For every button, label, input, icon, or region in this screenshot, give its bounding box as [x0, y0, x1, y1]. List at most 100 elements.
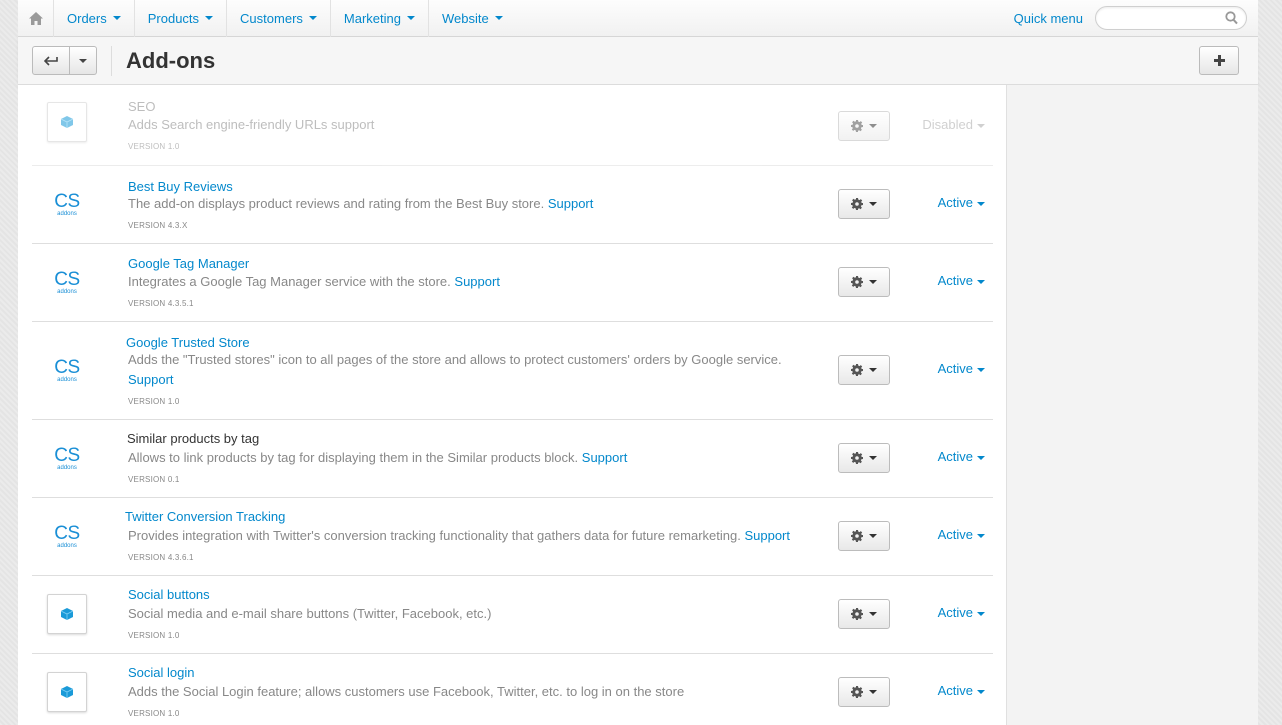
cs-addons-logo-icon: CS addons	[47, 516, 87, 556]
box-icon	[47, 594, 87, 634]
cs-addons-logo-icon: CS addons	[47, 262, 87, 302]
chevron-down-icon	[977, 611, 985, 616]
add-addon-button[interactable]	[1199, 46, 1239, 75]
back-button[interactable]	[32, 46, 70, 75]
home-button[interactable]	[18, 0, 54, 37]
gear-icon	[851, 120, 863, 132]
nav-products[interactable]: Products	[135, 0, 228, 37]
gear-icon	[851, 608, 863, 620]
addon-version: VERSION 0.1	[128, 475, 180, 484]
cs-logo-sub: addons	[57, 210, 77, 217]
nav-website-label: Website	[441, 10, 489, 26]
status-dropdown[interactable]: Active	[938, 273, 985, 288]
status-dropdown[interactable]: Active	[938, 527, 985, 542]
chevron-down-icon	[977, 689, 985, 694]
nav-customers-label: Customers	[240, 10, 303, 26]
sidebar-area	[1006, 85, 1258, 725]
chevron-down-icon	[869, 368, 877, 372]
back-dropdown-button[interactable]	[70, 46, 97, 75]
status-dropdown[interactable]: Active	[938, 683, 985, 698]
addon-name[interactable]: Google Tag Manager	[128, 256, 249, 271]
settings-dropdown-button[interactable]	[838, 189, 890, 219]
addon-version: VERSION 4.3.5.1	[128, 299, 194, 308]
chevron-down-icon	[869, 456, 877, 460]
search-input[interactable]	[1106, 7, 1226, 29]
cs-logo-text: CS	[54, 356, 80, 378]
status-label: Active	[937, 527, 973, 542]
support-link[interactable]: Support	[548, 196, 594, 211]
status-dropdown[interactable]: Active	[938, 195, 985, 210]
gear-icon	[851, 198, 863, 210]
settings-dropdown-button[interactable]	[838, 355, 890, 385]
nav-products-label: Products	[147, 10, 200, 26]
addon-row: SEO Adds Search engine-friendly URLs supp…	[32, 85, 993, 166]
settings-dropdown-button[interactable]	[838, 267, 890, 297]
support-link[interactable]: Support	[454, 274, 500, 289]
addon-row: CS addons Google Trusted Store Adds the "Tr…	[32, 322, 993, 420]
nav-orders-label: Orders	[67, 10, 107, 26]
addon-name[interactable]: Google Trusted Store	[126, 335, 250, 350]
addon-description-text: Adds the Social Login feature; allows cu…	[128, 684, 685, 699]
back-button-group	[32, 46, 97, 75]
addon-name[interactable]: Social login	[128, 665, 195, 680]
settings-dropdown-button[interactable]	[838, 677, 890, 707]
addon-name[interactable]: Twitter Conversion Tracking	[125, 509, 285, 524]
addon-version: VERSION 4.3.X	[128, 221, 188, 230]
addon-description-text: Provides integration with Twitter's conv…	[128, 528, 741, 543]
cs-logo-text: CS	[54, 190, 80, 212]
settings-dropdown-button[interactable]	[838, 521, 890, 551]
addon-description-text: The add-on displays product reviews and …	[128, 196, 545, 211]
settings-dropdown-button[interactable]	[838, 443, 890, 473]
addon-version: VERSION 1.0	[128, 709, 180, 718]
addon-name[interactable]: SEO	[128, 99, 155, 114]
status-label: Active	[937, 361, 973, 376]
status-dropdown[interactable]: Active	[938, 449, 985, 464]
nav-customers[interactable]: Customers	[227, 0, 331, 37]
box-icon	[47, 672, 87, 712]
addon-description: Allows to link products by tag for displ…	[128, 448, 828, 468]
page-title: Add-ons	[126, 47, 216, 73]
addon-row: Social buttons Social media and e-mail sh…	[32, 576, 993, 654]
chevron-down-icon	[977, 533, 985, 538]
cs-addons-logo-icon: CS addons	[47, 438, 87, 478]
cs-logo-text: CS	[54, 268, 80, 290]
top-navigation: Orders Products Customers Marketing Webs…	[18, 0, 1258, 37]
status-dropdown[interactable]: Disabled	[922, 117, 985, 132]
chevron-down-icon	[869, 534, 877, 538]
cs-logo-sub: addons	[57, 464, 77, 471]
support-link[interactable]: Support	[128, 372, 174, 387]
chevron-down-icon	[869, 690, 877, 694]
settings-dropdown-button[interactable]	[838, 599, 890, 629]
addon-description-text: Adds the "Trusted stores" icon to all pa…	[128, 352, 782, 367]
home-icon	[28, 11, 43, 25]
support-link[interactable]: Support	[744, 528, 790, 543]
cs-logo-sub: addons	[57, 376, 77, 383]
status-label: Active	[937, 605, 973, 620]
search-box	[1095, 6, 1247, 30]
addon-version: VERSION 4.3.6.1	[128, 553, 194, 562]
gear-icon	[851, 530, 863, 542]
addon-description: Social media and e-mail share buttons (T…	[128, 604, 828, 624]
addon-name[interactable]: Social buttons	[128, 587, 210, 602]
search-icon[interactable]	[1225, 11, 1238, 25]
status-dropdown[interactable]: Active	[938, 605, 985, 620]
support-link[interactable]: Support	[582, 450, 628, 465]
settings-dropdown-button[interactable]	[838, 111, 890, 141]
gear-icon	[851, 364, 863, 376]
quick-menu-link[interactable]: Quick menu	[1014, 11, 1083, 26]
status-label: Active	[937, 195, 973, 210]
status-dropdown[interactable]: Active	[938, 361, 985, 376]
addon-name[interactable]: Best Buy Reviews	[128, 179, 233, 194]
addon-description-text: Integrates a Google Tag Manager service …	[128, 274, 451, 289]
addon-description: Adds the Social Login feature; allows cu…	[128, 682, 828, 702]
chevron-down-icon	[869, 280, 877, 284]
nav-orders[interactable]: Orders	[54, 0, 135, 37]
status-label: Active	[937, 683, 973, 698]
back-arrow-icon	[44, 55, 58, 66]
chevron-down-icon	[869, 612, 877, 616]
status-label: Active	[937, 273, 973, 288]
chevron-down-icon	[205, 16, 214, 20]
box-icon	[47, 102, 87, 142]
nav-website[interactable]: Website	[429, 0, 516, 37]
nav-marketing[interactable]: Marketing	[331, 0, 429, 37]
